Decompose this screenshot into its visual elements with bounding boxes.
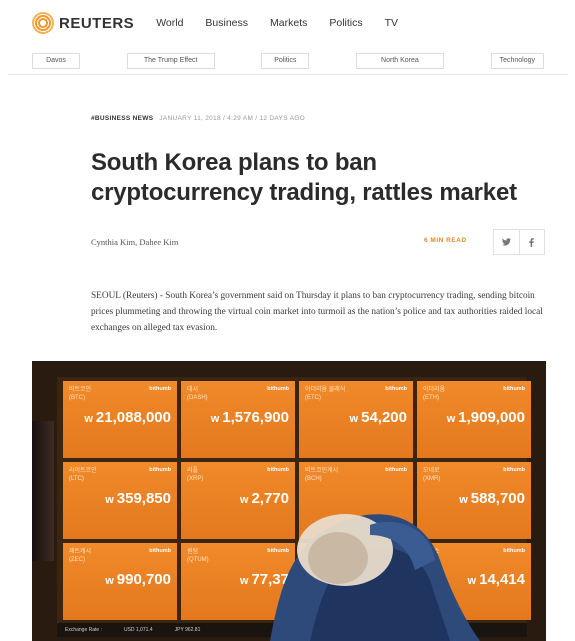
usd-rate: USD 1,071.4 (123, 627, 153, 633)
tile-coin-name: 비트코인 (BTC) (69, 387, 92, 401)
article-byline[interactable]: Cynthia Kim, Dahee Kim (91, 237, 178, 247)
tile-brand: bithumb (149, 386, 171, 392)
facebook-share-button[interactable] (520, 230, 545, 254)
tile-brand: bithumb (267, 467, 289, 473)
currency-symbol: w (349, 413, 359, 425)
nav-item-markets[interactable]: Markets (270, 17, 307, 29)
tile-price: w 1,909,000 (446, 409, 525, 426)
price-tile: 라이트코인 (LTC) bithumb w 359,850 (63, 462, 177, 539)
tile-brand: bithumb (503, 467, 525, 473)
reuters-logo-icon (32, 12, 54, 34)
tag-trump-effect[interactable]: The Trump Effect (126, 52, 215, 69)
article-headline: South Korea plans to ban cryptocurrency … (91, 149, 517, 206)
article-category[interactable]: #BUSINESS NEWS (91, 115, 153, 122)
nav-item-politics[interactable]: Politics (329, 17, 362, 29)
article-lede: SEOUL (Reuters) - South Korea’s governme… (91, 291, 543, 333)
article-photo[interactable]: 비트코인 (BTC) bithumb w 21,088,000 대시 (DASH) bit… (32, 361, 546, 641)
currency-symbol: w (84, 413, 93, 425)
currency-symbol: w (446, 413, 456, 425)
tile-brand: bithumb (503, 548, 525, 554)
currency-symbol: w (239, 494, 249, 506)
read-time: 6 MIN READ (424, 237, 467, 244)
tile-brand: bithumb (503, 386, 525, 392)
currency-symbol: w (239, 575, 249, 587)
price-tile: 대시 (DASH) bithumb w 1,576,900 (181, 381, 295, 458)
tag-politics[interactable]: Politics (261, 52, 310, 69)
tile-coin-name: 이더리움 (ETH) (423, 387, 446, 401)
tile-coin-name: 대시 (DASH) (187, 387, 208, 401)
tile-coin-name: 리플 (XRP) (187, 468, 204, 482)
price-tile: 제트캐시 (ZEC) bithumb w 990,700 (63, 543, 177, 620)
article-dateline: JANUARY 11, 2018 / 4:29 AM / 12 DAYS AGO (159, 115, 305, 122)
tile-price: w 54,200 (349, 409, 407, 426)
logo-text: REUTERS (59, 14, 135, 32)
tile-price: w 359,850 (105, 490, 171, 507)
price-tile: 비트코인 (BTC) bithumb w 21,088,000 (63, 381, 177, 458)
twitter-share-button[interactable] (494, 230, 520, 254)
share-buttons (493, 229, 545, 255)
photo-left-edge (32, 421, 54, 561)
reuters-logo[interactable]: REUTERS (32, 12, 134, 34)
exchange-rate-label: Exchange Rate : (65, 627, 102, 633)
tile-brand: bithumb (149, 467, 171, 473)
article-meta: #BUSINESS NEWS JANUARY 11, 2018 / 4:29 AM… (91, 115, 305, 122)
price-tile: 이더리움 (ETH) bithumb w 1,909,000 (417, 381, 531, 458)
currency-symbol: w (105, 494, 114, 506)
tile-brand: bithumb (385, 467, 407, 473)
nav-item-world[interactable]: World (156, 17, 183, 29)
currency-symbol: w (105, 575, 114, 587)
main-nav: World Business Markets Politics TV (156, 17, 398, 29)
tile-brand: bithumb (149, 548, 171, 554)
tile-brand: bithumb (267, 386, 289, 392)
site-header: REUTERS World Business Markets Politics … (0, 0, 575, 46)
tag-technology[interactable]: Technology (490, 52, 544, 69)
currency-symbol: w (210, 413, 220, 425)
tile-brand: bithumb (385, 386, 407, 392)
tag-davos[interactable]: Davos (32, 52, 80, 69)
tile-price: w 1,576,900 (210, 409, 289, 426)
person-in-hood (270, 514, 480, 641)
jpy-rate: JPY 962.81 (174, 627, 201, 633)
tile-coin-name: 이더리움 클래식 (ETC) (305, 387, 346, 401)
tile-price: w 21,088,000 (84, 409, 171, 426)
trending-tags: Davos The Trump Effect Politics North Ko… (8, 49, 568, 75)
twitter-icon (501, 238, 511, 246)
price-tile: 이더리움 클래식 (ETC) bithumb w 54,200 (299, 381, 413, 458)
tile-coin-name: 라이트코인 (LTC) (69, 468, 97, 482)
nav-item-business[interactable]: Business (205, 17, 248, 29)
nav-item-tv[interactable]: TV (385, 17, 398, 29)
tile-coin-name: 퀀텀 (QTUM) (187, 549, 209, 563)
tile-coin-name: 제트캐시 (ZEC) (69, 549, 92, 563)
tile-price: w 990,700 (105, 571, 171, 588)
tag-north-korea[interactable]: North Korea (355, 52, 444, 69)
facebook-icon (529, 237, 534, 247)
